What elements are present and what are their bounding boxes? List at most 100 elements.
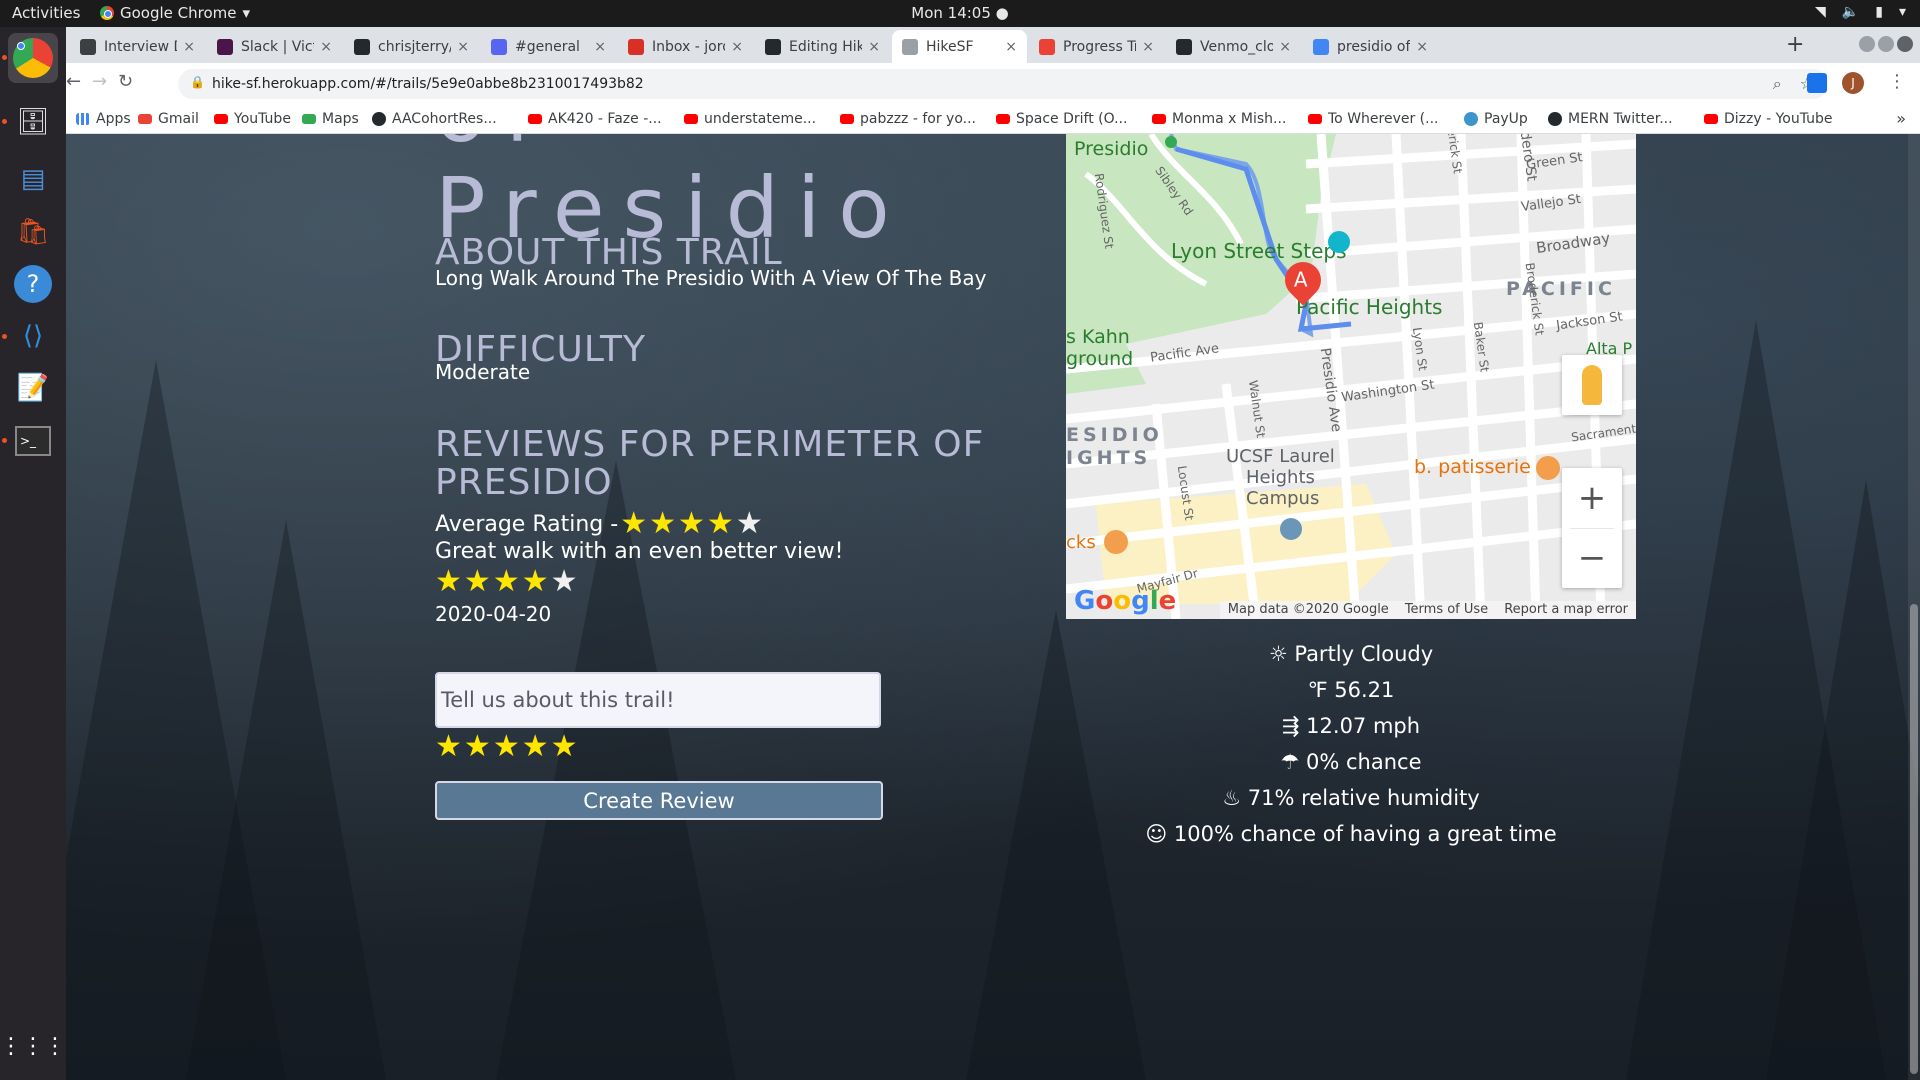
youtube-icon: [1308, 114, 1322, 124]
reload-button[interactable]: ↻: [118, 71, 133, 92]
payup-icon: [1464, 112, 1478, 126]
youtube-icon: [528, 114, 542, 124]
form-star-icon[interactable]: ★: [522, 729, 551, 764]
bookmark-item[interactable]: MERN Twitter...: [1548, 111, 1673, 127]
map-label-patisserie: b. patisserie: [1414, 456, 1531, 478]
browser-tab[interactable]: Inbox - jordan.t ×: [618, 30, 753, 63]
more-bookmarks-button[interactable]: »: [1896, 109, 1906, 128]
tab-close-icon[interactable]: ×: [868, 39, 880, 55]
bookmark-label: To Wherever (...: [1328, 111, 1439, 127]
form-star-icon[interactable]: ★: [551, 729, 580, 764]
bookmark-item[interactable]: Apps: [76, 111, 131, 127]
form-star-icon[interactable]: ★: [435, 729, 464, 764]
extension-icon[interactable]: [1807, 73, 1827, 93]
back-button[interactable]: ←: [66, 71, 81, 92]
map-label-lyon-steps: Lyon Street Steps: [1171, 239, 1347, 263]
bookmark-item[interactable]: To Wherever (...: [1308, 111, 1439, 127]
map-label-pacific-heights: Pacific Heights: [1296, 295, 1443, 319]
show-apps-button[interactable]: ⋮⋮⋮: [0, 1021, 66, 1071]
chrome-icon: [100, 6, 114, 20]
zoom-out-button[interactable]: −: [1562, 528, 1622, 588]
report-error-link[interactable]: Report a map error: [1504, 602, 1628, 618]
new-tab-button[interactable]: +: [1786, 32, 1804, 57]
text-editor-launcher[interactable]: 📝: [8, 363, 58, 413]
system-tray[interactable]: ◥ 🔈 ▮ ▾: [1815, 4, 1906, 20]
app-menu-label: Google Chrome: [120, 4, 237, 22]
zoom-in-button[interactable]: +: [1562, 468, 1622, 528]
hospital-poi-icon: [1280, 518, 1302, 540]
tab-close-icon[interactable]: ×: [1279, 39, 1291, 55]
weather-summary: ☼ Partly Cloudy: [1268, 642, 1434, 666]
chrome-launcher[interactable]: [8, 33, 58, 83]
tab-close-icon[interactable]: ×: [594, 39, 606, 55]
review-text-input[interactable]: Tell us about this trail!: [435, 672, 881, 728]
tab-title: Interview Data: [104, 38, 177, 55]
help-launcher[interactable]: ?: [8, 259, 58, 309]
terms-link[interactable]: Terms of Use: [1405, 602, 1488, 618]
form-star-icon[interactable]: ★: [493, 729, 522, 764]
create-review-label: Create Review: [583, 788, 735, 813]
browser-chrome: Interview Data×Slack | Victoria×chrisjte…: [66, 27, 1920, 134]
tab-close-icon[interactable]: ×: [457, 39, 469, 55]
browser-tab[interactable]: presidio of san ×: [1303, 30, 1438, 63]
bookmark-label: AACohortRes...: [392, 111, 497, 127]
browser-tab[interactable]: Interview Data ×: [70, 30, 205, 63]
review-rating-selector[interactable]: ★★★★★: [435, 731, 580, 763]
vscode-launcher[interactable]: ⟨⟩: [8, 311, 58, 361]
street-view-pegman[interactable]: [1562, 355, 1622, 415]
browser-tab[interactable]: Editing HikeSF/ ×: [755, 30, 890, 63]
tab-close-icon[interactable]: ×: [1142, 39, 1154, 55]
browser-tab[interactable]: #general ×: [481, 30, 616, 63]
tab-close-icon[interactable]: ×: [1005, 39, 1017, 55]
writer-launcher[interactable]: ▤: [8, 154, 58, 204]
map-data-text: Map data ©2020 Google: [1227, 602, 1389, 617]
bookmark-item[interactable]: AACohortRes...: [372, 111, 497, 127]
browser-tab[interactable]: HikeSF ×: [892, 30, 1027, 63]
browser-tab[interactable]: Slack | Victoria ×: [207, 30, 342, 63]
software-launcher[interactable]: 🛍: [8, 207, 58, 257]
terminal-launcher[interactable]: >_: [8, 416, 58, 466]
scrollbar-thumb[interactable]: [1910, 604, 1918, 1074]
running-indicator: [2, 438, 7, 443]
browser-tab[interactable]: Progress Track ×: [1029, 30, 1164, 63]
map-label-ucsf-3: Campus: [1246, 488, 1320, 509]
map-label-kahn: s Kahn: [1066, 326, 1130, 348]
bookmark-item[interactable]: Gmail: [138, 111, 199, 127]
page-scrollbar[interactable]: [1908, 134, 1920, 1080]
activities-button[interactable]: Activities: [12, 4, 80, 22]
browser-tab[interactable]: chrisjterry/Hike ×: [344, 30, 479, 63]
chrome-menu-button[interactable]: ⋮: [1888, 71, 1906, 92]
forward-button[interactable]: →: [92, 71, 107, 92]
tab-close-icon[interactable]: ×: [1416, 39, 1428, 55]
profile-avatar[interactable]: J: [1842, 72, 1864, 94]
tab-close-icon[interactable]: ×: [320, 39, 332, 55]
bookmark-item[interactable]: Monma x Mish...: [1152, 111, 1286, 127]
tab-close-icon[interactable]: ×: [731, 39, 743, 55]
dock: 🗄 ▤ 🛍 ? ⟨⟩ 📝 >_ ⋮⋮⋮: [0, 27, 66, 1080]
close-window-button[interactable]: [1897, 36, 1913, 52]
tab-close-icon[interactable]: ×: [183, 39, 195, 55]
form-star-icon[interactable]: ★: [464, 729, 493, 764]
create-review-button[interactable]: Create Review: [435, 781, 883, 820]
browser-tab[interactable]: Venmo_clone_ ×: [1166, 30, 1301, 63]
bookmark-item[interactable]: Space Drift (O...: [996, 111, 1127, 127]
maximize-button[interactable]: [1878, 36, 1894, 52]
trail-map[interactable]: Presidio Lyon Street Steps Pacific Heigh…: [1066, 134, 1636, 619]
zoom-icon[interactable]: ⌕: [1773, 74, 1782, 94]
map-attribution: Map data ©2020 Google Terms of Use Repor…: [1219, 601, 1636, 619]
files-launcher[interactable]: 🗄: [8, 97, 58, 147]
bookmark-item[interactable]: YouTube: [214, 111, 291, 127]
clock[interactable]: Mon 14:05 ●: [911, 4, 1008, 22]
address-bar[interactable]: 🔒 hike-sf.herokuapp.com/#/trails/5e9e0ab…: [178, 69, 1828, 99]
minimize-button[interactable]: [1859, 36, 1875, 52]
bookmark-label: Apps: [96, 111, 131, 127]
bookmark-item[interactable]: understateme...: [684, 111, 816, 127]
bookmark-item[interactable]: PayUp: [1464, 111, 1528, 127]
bookmark-item[interactable]: AK420 - Faze -...: [528, 111, 662, 127]
bookmark-item[interactable]: Maps: [302, 111, 359, 127]
bookmark-label: understateme...: [704, 111, 817, 127]
bookmark-item[interactable]: pabzzz - for yo...: [840, 111, 976, 127]
bookmark-item[interactable]: Dizzy - YouTube: [1704, 111, 1833, 127]
app-menu[interactable]: Google Chrome ▾: [100, 4, 250, 22]
review-stars: ★★★★★: [435, 566, 580, 598]
